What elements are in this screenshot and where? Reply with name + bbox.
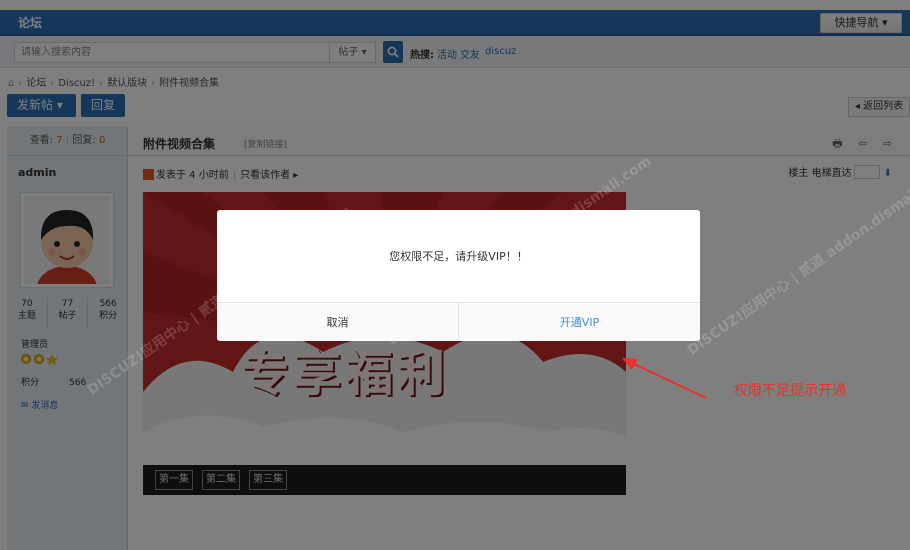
dialog-footer: 取消 开通VIP [217,302,700,341]
permission-dialog: 您权限不足，请升级VIP！！ 取消 开通VIP [217,210,700,341]
annotation-text: 权限不足提示开通 [734,383,846,399]
cancel-button[interactable]: 取消 [217,303,459,341]
open-vip-button[interactable]: 开通VIP [459,303,700,341]
dialog-message: 您权限不足，请升级VIP！！ [389,250,528,263]
